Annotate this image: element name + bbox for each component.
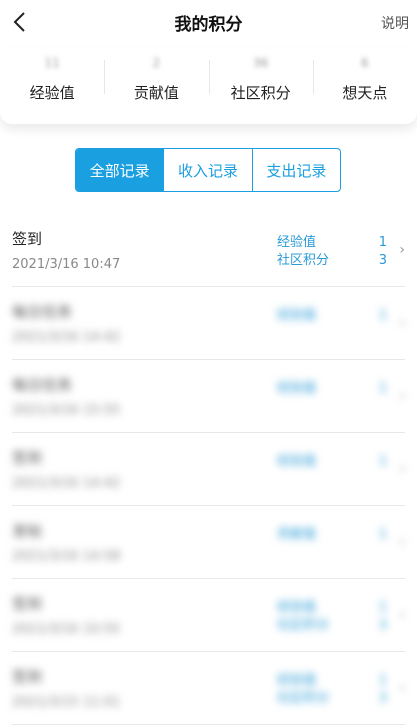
- entry-name: 贡献值: [277, 527, 317, 542]
- record-row[interactable]: 签到 2021/3/16 10:55 经验值 1 社区积分 3 ›: [12, 579, 405, 652]
- chevron-right-icon: ›: [399, 388, 405, 404]
- record-entry: 社区积分 3: [277, 617, 387, 635]
- entry-amount: 1: [378, 308, 387, 323]
- chevron-right-icon: ›: [399, 680, 405, 696]
- record-time: 2021/3/16 14:42: [12, 330, 121, 345]
- chevron-right-icon: ›: [399, 461, 405, 477]
- stat-label: 经验值: [29, 84, 75, 102]
- record-entries: 经验值 1: [277, 453, 387, 471]
- record-row[interactable]: 每日任务 2021/3/16 14:42 经验值 1 ›: [12, 287, 405, 360]
- entry-amount: 3: [378, 691, 387, 706]
- record-title: 签到: [12, 230, 43, 248]
- entry-name: 社区积分: [277, 691, 330, 706]
- header-bar: 我的积分 说明: [0, 0, 417, 44]
- record-title: 签到: [12, 595, 43, 613]
- stat-experience[interactable]: 11 经验值: [0, 48, 104, 124]
- record-entry: 经验值 1: [277, 672, 387, 690]
- records-list: 签到 2021/3/16 10:47 经验值 1 社区积分 3 › 每日任务 2021/3/16…: [0, 214, 417, 725]
- entry-name: 社区积分: [277, 618, 330, 633]
- stat-label: 贡献值: [133, 84, 179, 102]
- stat-community-points[interactable]: 36 社区积分: [208, 48, 313, 124]
- entry-name: 经验值: [277, 235, 317, 250]
- record-entry: 贡献值 1: [277, 526, 387, 544]
- entry-amount: 1: [378, 527, 387, 542]
- record-time: 2021/3/16 15:55: [12, 403, 121, 418]
- record-title: 每日任务: [12, 376, 73, 394]
- record-entries: 经验值 1 社区积分 3: [277, 599, 387, 635]
- record-entry: 经验值 1: [277, 380, 387, 398]
- record-row[interactable]: 签到 2021/3/16 14:42 经验值 1 ›: [12, 433, 405, 506]
- stat-value: 6: [361, 56, 369, 70]
- entry-amount: 1: [378, 235, 387, 250]
- entry-name: 经验值: [277, 673, 317, 688]
- tab-income-records[interactable]: 收入记录: [163, 149, 251, 191]
- entry-amount: 3: [378, 618, 387, 633]
- stat-contribution[interactable]: 2 贡献值: [104, 48, 208, 124]
- record-row[interactable]: 每日任务 2021/3/16 15:55 经验值 1 ›: [12, 360, 405, 433]
- entry-amount: 1: [378, 673, 387, 688]
- chevron-right-icon: ›: [399, 315, 405, 331]
- record-time: 2021/3/16 10:47: [12, 257, 121, 272]
- stat-label: 想天点: [342, 84, 388, 102]
- record-entries: 经验值 1 社区积分 3: [277, 672, 387, 708]
- record-entry: 社区积分 3: [277, 252, 387, 270]
- record-entry: 经验值 1: [277, 307, 387, 325]
- stat-value: 36: [252, 56, 269, 70]
- tab-expense-records[interactable]: 支出记录: [251, 149, 340, 191]
- tab-all-records[interactable]: 全部记录: [76, 149, 164, 191]
- chevron-right-icon: ›: [399, 607, 405, 623]
- record-row[interactable]: 签到 2021/3/16 10:47 经验值 1 社区积分 3 ›: [12, 214, 405, 287]
- entry-amount: 3: [378, 253, 387, 268]
- chevron-right-icon: ›: [399, 242, 405, 258]
- record-time: 2021/3/16 14:58: [12, 549, 121, 564]
- record-row[interactable]: 签到 2021/3/15 11:01 经验值 1 社区积分 3 ›: [12, 652, 405, 725]
- record-entries: 经验值 1: [277, 380, 387, 398]
- chevron-right-icon: ›: [399, 534, 405, 550]
- record-entry: 经验值 1: [277, 234, 387, 252]
- entry-amount: 1: [378, 381, 387, 396]
- entry-name: 经验值: [277, 454, 317, 469]
- record-time: 2021/3/16 10:55: [12, 622, 121, 637]
- entry-name: 社区积分: [277, 253, 330, 268]
- record-time: 2021/3/15 11:01: [12, 695, 121, 710]
- record-entry: 经验值 1: [277, 453, 387, 471]
- entry-name: 经验值: [277, 600, 317, 615]
- record-entries: 经验值 1: [277, 307, 387, 325]
- record-title: 签到: [12, 668, 43, 686]
- record-entries: 贡献值 1: [277, 526, 387, 544]
- stat-value: 2: [152, 56, 161, 70]
- record-entries: 经验值 1 社区积分 3: [277, 234, 387, 270]
- record-entry: 经验值 1: [277, 599, 387, 617]
- points-summary-card: 11 经验值 2 贡献值 36 社区积分 6 想天点: [0, 48, 417, 124]
- record-time: 2021/3/16 14:42: [12, 476, 121, 491]
- record-title: 签到: [12, 449, 43, 467]
- entry-name: 经验值: [277, 308, 317, 323]
- stat-value: 11: [44, 56, 60, 70]
- stat-xiangtian-points[interactable]: 6 想天点: [312, 48, 417, 124]
- entry-amount: 1: [378, 454, 387, 469]
- record-entry: 社区积分 3: [277, 690, 387, 708]
- record-title: 每日任务: [12, 303, 73, 321]
- record-title: 发帖: [12, 522, 43, 540]
- record-filter-tabs: 全部记录 收入记录 支出记录: [75, 148, 341, 192]
- stat-label: 社区积分: [230, 84, 291, 102]
- page-title: 我的积分: [174, 15, 243, 35]
- help-link[interactable]: 说明: [381, 13, 409, 33]
- entry-name: 经验值: [277, 381, 317, 396]
- record-row[interactable]: 发帖 2021/3/16 14:58 贡献值 1 ›: [12, 506, 405, 579]
- entry-amount: 1: [378, 600, 387, 615]
